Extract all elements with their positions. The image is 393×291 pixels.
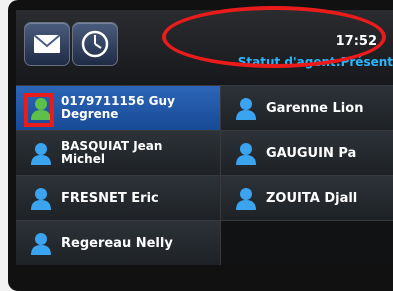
contact-name: Regereau Nelly (61, 235, 173, 251)
person-icon (31, 143, 51, 165)
person-icon (31, 188, 51, 210)
envelope-icon (33, 34, 61, 53)
contact-label: ZOUITA Djall (266, 176, 357, 220)
annotation-box (24, 93, 54, 127)
agent-status: Statut d'agent:Présent (237, 55, 393, 69)
contact-label: Regereau Nelly (61, 221, 173, 265)
contact-name: Garenne Lion (266, 100, 364, 116)
contact-button[interactable]: 0179711156 Guy Degrene (16, 86, 221, 130)
display: 17:52 Statut d'agent:Présent 0179711156 … (16, 10, 393, 265)
contact-row: BASQUIAT Jean Michel GAUGUIN Pa (16, 130, 393, 175)
header-bar: 17:52 Statut d'agent:Présent (16, 10, 393, 85)
contact-button[interactable]: FRESNET Eric (16, 176, 221, 220)
contact-row: 0179711156 Guy Degrene Garenne Lion (16, 85, 393, 130)
contact-label: 0179711156 Guy Degrene (61, 86, 175, 130)
phone-screen: 17:52 Statut d'agent:Présent 0179711156 … (8, 0, 393, 291)
person-icon (236, 143, 256, 165)
contact-name: GAUGUIN Pa (266, 145, 357, 161)
contact-label: GAUGUIN Pa (266, 131, 356, 175)
contact-label: Garenne Lion (266, 86, 363, 130)
contact-name-line2: Degrene (61, 107, 119, 121)
person-icon (236, 188, 256, 210)
contact-button[interactable]: GAUGUIN Pa (221, 131, 393, 175)
contact-button[interactable]: BASQUIAT Jean Michel (16, 131, 221, 175)
empty-slot (221, 221, 393, 265)
contact-label: FRESNET Eric (61, 176, 159, 220)
clock-time: 17:52 (335, 34, 377, 49)
contact-row: FRESNET Eric ZOUITA Djall (16, 175, 393, 220)
history-button[interactable] (72, 22, 118, 66)
contact-label: BASQUIAT Jean Michel (61, 131, 162, 175)
person-icon (31, 233, 51, 255)
contact-button[interactable]: Regereau Nelly (16, 221, 221, 265)
person-icon (236, 98, 256, 120)
contact-row: Regereau Nelly (16, 220, 393, 265)
clock-icon (81, 30, 109, 58)
contact-name: FRESNET Eric (61, 190, 159, 206)
contact-button[interactable]: ZOUITA Djall (221, 176, 393, 220)
contact-name: ZOUITA Djall (266, 190, 358, 206)
contact-name-line2: Michel (61, 152, 105, 166)
contact-button[interactable]: Garenne Lion (221, 86, 393, 130)
messages-button[interactable] (24, 22, 70, 66)
